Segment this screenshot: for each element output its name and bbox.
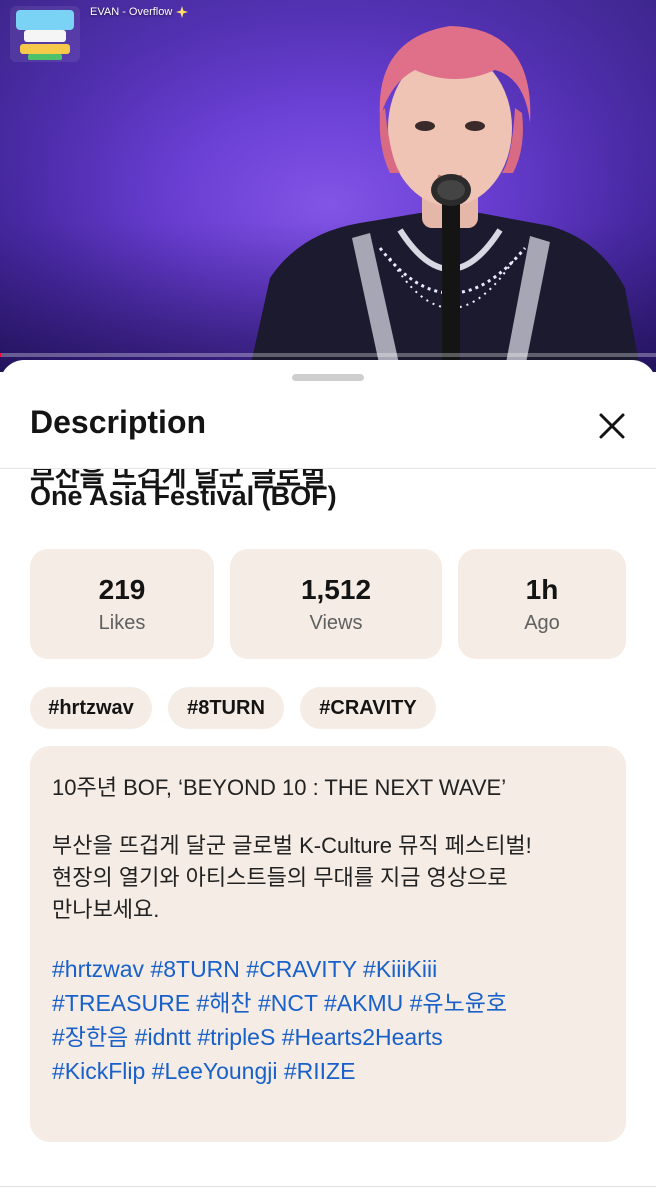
close-button[interactable] [590, 404, 634, 448]
hashtag-link[interactable]: #RIIZE [284, 1058, 356, 1084]
likes-count: 219 [98, 573, 146, 605]
views-label: Views [309, 612, 363, 635]
hashtag-link[interactable]: #tripleS [197, 1024, 275, 1050]
sparkle-icon [176, 6, 189, 18]
likes-stat: 219 Likes [30, 549, 214, 659]
hashtag-line: #TREASURE #해찬 #NCT #AKMU #유노윤호 [52, 986, 604, 1020]
video-player[interactable]: EVAN - Overflow [0, 0, 656, 372]
hashtag-link[interactable]: #CRAVITY [246, 956, 356, 982]
age-value: 1h [525, 573, 559, 605]
hashtag-link[interactable]: #해찬 [196, 990, 251, 1016]
description-box: 10주년 BOF, ‘BEYOND 10 : THE NEXT WAVE’ 부산… [30, 746, 626, 1142]
hashtag-link[interactable]: #유노윤호 [410, 990, 507, 1016]
hashtag-link[interactable]: #LeeYoungji [152, 1058, 278, 1084]
views-stat: 1,512 Views [230, 549, 442, 659]
tag-chip-cravity[interactable]: #CRAVITY [300, 687, 436, 729]
description-line: 부산을 뜨겁게 달군 글로벌 K-Culture 뮤직 페스티벌! [52, 833, 532, 858]
hashtag-link[interactable]: #KickFlip [52, 1058, 145, 1084]
age-label: Ago [524, 612, 560, 635]
description-scroll-area[interactable]: 부산을 뜨겁게 달군 글로벌 One Asia Festival (BOF) 2… [0, 469, 656, 1200]
hashtag-line: #hrtzwav #8TURN #CRAVITY #KiiiKiii [52, 952, 604, 986]
stats-row: 219 Likes 1,512 Views 1h Ago [30, 549, 626, 659]
hashtag-link[interactable]: #8TURN [150, 956, 239, 982]
video-progress-bar[interactable] [0, 353, 656, 357]
bottom-divider [0, 1186, 656, 1187]
description-line: 현장의 열기와 아티스트들의 무대를 지금 영상으로 [52, 865, 508, 890]
hashtag-link[interactable]: #Hearts2Hearts [282, 1024, 443, 1050]
tag-chip-hrtzwav[interactable]: #hrtzwav [30, 687, 152, 729]
hashtag-link[interactable]: #장한음 [52, 1024, 128, 1050]
festival-logo [10, 6, 80, 62]
description-headline: 10주년 BOF, ‘BEYOND 10 : THE NEXT WAVE’ [52, 775, 507, 800]
drag-handle[interactable] [292, 374, 364, 381]
hashtag-line: #KickFlip #LeeYoungji #RIIZE [52, 1054, 604, 1088]
now-playing-text: EVAN - Overflow [90, 6, 173, 18]
performer-image [250, 26, 640, 368]
close-icon [599, 413, 625, 439]
hashtag-link[interactable]: #TREASURE [52, 990, 190, 1016]
hashtag-link[interactable]: #hrtzwav [52, 956, 144, 982]
video-title: One Asia Festival (BOF) [30, 481, 337, 511]
age-stat: 1h Ago [458, 549, 626, 659]
description-line: 만나보세요. [52, 897, 160, 922]
hashtag-link[interactable]: #idntt [135, 1024, 191, 1050]
hashtag-line: #장한음 #idntt #tripleS #Hearts2Hearts [52, 1020, 604, 1054]
sheet-title: Description [30, 404, 207, 440]
likes-label: Likes [98, 612, 146, 635]
hashtag-link[interactable]: #NCT [258, 990, 318, 1016]
tag-chip-8turn[interactable]: #8TURN [168, 687, 284, 729]
video-progress-fill [0, 353, 2, 357]
now-playing-label: EVAN - Overflow [90, 6, 189, 18]
hashtag-link[interactable]: #AKMU [324, 990, 403, 1016]
description-sheet: Description 부산을 뜨겁게 달군 글로벌 One Asia Fest… [0, 360, 656, 1200]
hashtag-link[interactable]: #KiiiKiii [363, 956, 437, 982]
views-count: 1,512 [300, 573, 372, 605]
